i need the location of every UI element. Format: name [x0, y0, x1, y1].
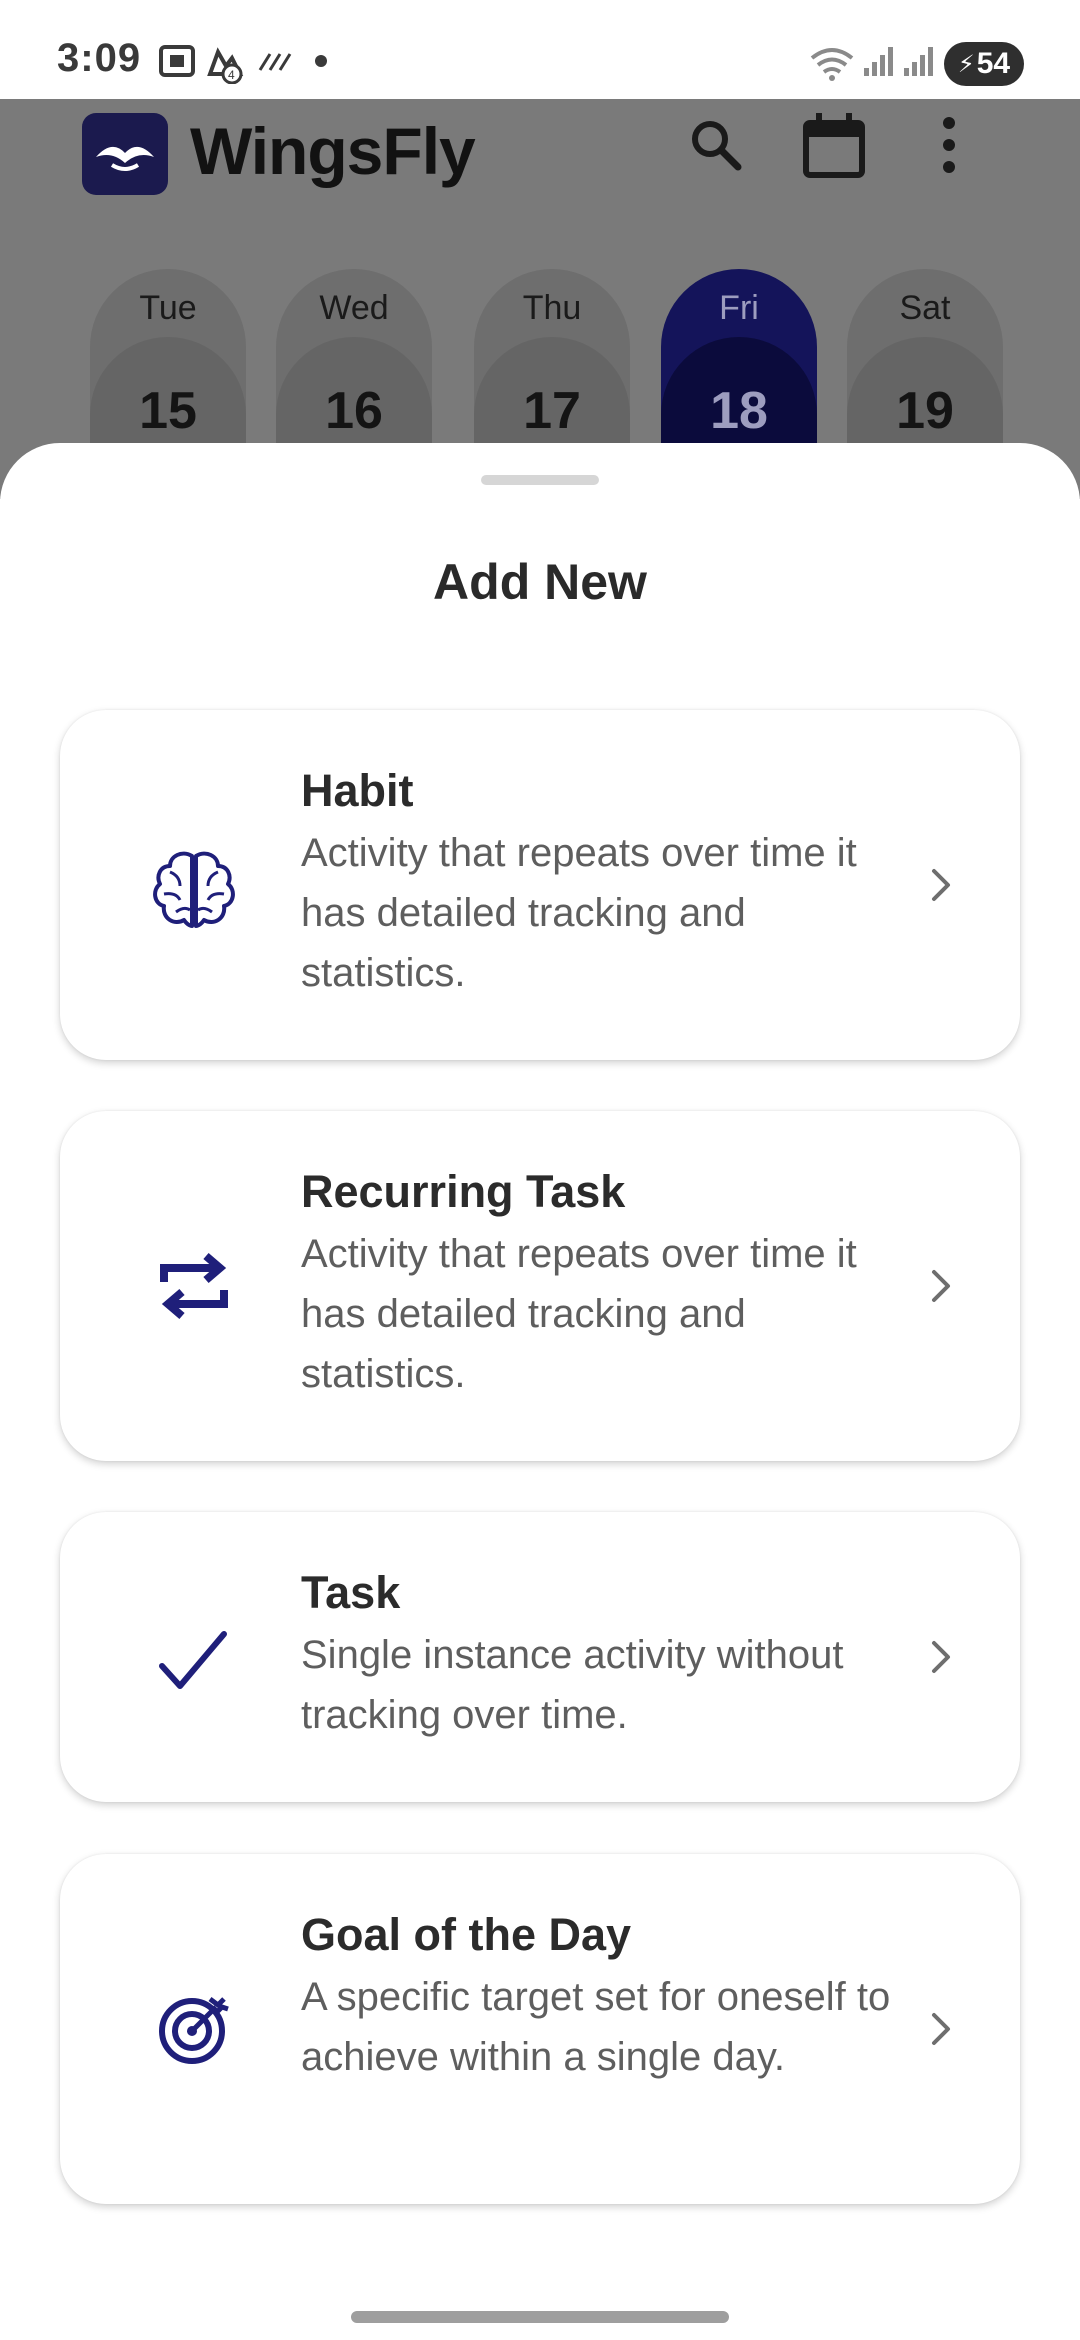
- day-name: Tue: [139, 289, 197, 327]
- sheet-title: Add New: [433, 554, 647, 610]
- day-date: 19: [896, 382, 954, 440]
- day-name: Wed: [319, 289, 389, 327]
- calendar-icon[interactable]: [800, 111, 868, 181]
- day-name: Fri: [719, 289, 759, 327]
- task-title: Task: [301, 1567, 401, 1618]
- habit-description: Activity that repeats over time it has d…: [301, 831, 857, 995]
- screenshot-icon: [159, 45, 195, 77]
- add-habit-option[interactable]: Habit Activity that repeats over time it…: [60, 710, 1020, 1060]
- goal-of-the-day-title: Goal of the Day: [301, 1909, 632, 1960]
- chevron-right-icon: [932, 1641, 950, 1673]
- day-date: 18: [710, 382, 768, 440]
- checkmark-icon: [144, 1612, 244, 1712]
- cell-signal-1-icon: [864, 47, 893, 76]
- status-bar: 3:09 4 ⚡ 54: [0, 0, 1080, 99]
- add-task-option[interactable]: Task Single instance activity without tr…: [60, 1512, 1020, 1802]
- habit-title: Habit: [301, 765, 414, 816]
- charging-icon: ⚡: [957, 50, 975, 78]
- day-date: 15: [139, 382, 197, 440]
- signal-strength-icon: [258, 53, 292, 71]
- battery-level: 54: [976, 47, 1011, 80]
- repeat-icon: [144, 1236, 244, 1336]
- add-new-bottom-sheet: Add New Habit Activity that repeats over…: [0, 443, 1080, 2340]
- day-name: Sat: [899, 289, 951, 327]
- add-goal-of-the-day-option[interactable]: Goal of the Day A specific target set fo…: [60, 1854, 1020, 2204]
- more-vert-icon[interactable]: [934, 115, 964, 175]
- gesture-nav-bar[interactable]: [351, 2311, 729, 2323]
- status-time: 3:09: [57, 36, 142, 80]
- day-date: 17: [523, 382, 581, 440]
- dot-icon: [315, 55, 327, 67]
- chevron-right-icon: [932, 2013, 950, 2045]
- search-icon[interactable]: [686, 115, 746, 175]
- task-description: Single instance activity without trackin…: [301, 1633, 844, 1737]
- cell-signal-2-icon: [904, 47, 933, 76]
- chevron-right-icon: [932, 869, 950, 901]
- target-icon: [144, 1979, 244, 2079]
- day-name: Thu: [522, 289, 582, 327]
- chevron-right-icon: [932, 1270, 950, 1302]
- app-title: WingsFly: [190, 114, 476, 188]
- notification-4-icon: 4: [207, 47, 244, 84]
- recurring-task-description: Activity that repeats over time it has d…: [301, 1232, 857, 1396]
- app-background-scrim[interactable]: WingsFly Tue 15 Wed 16 Thu 17 Fri 18 Sat…: [0, 99, 1080, 499]
- add-recurring-task-option[interactable]: Recurring Task Activity that repeats ove…: [60, 1111, 1020, 1461]
- svg-text:4: 4: [228, 68, 235, 82]
- brain-icon: [144, 840, 244, 940]
- goal-of-the-day-description: A specific target set for oneself to ach…: [301, 1975, 891, 2079]
- bird-logo-icon: [96, 146, 154, 171]
- battery-indicator: ⚡ 54: [944, 42, 1024, 86]
- day-date: 16: [325, 382, 383, 440]
- drag-handle[interactable]: [481, 475, 599, 485]
- recurring-task-title: Recurring Task: [301, 1166, 626, 1217]
- wifi-icon: [810, 48, 854, 81]
- app-logo: [82, 113, 168, 195]
